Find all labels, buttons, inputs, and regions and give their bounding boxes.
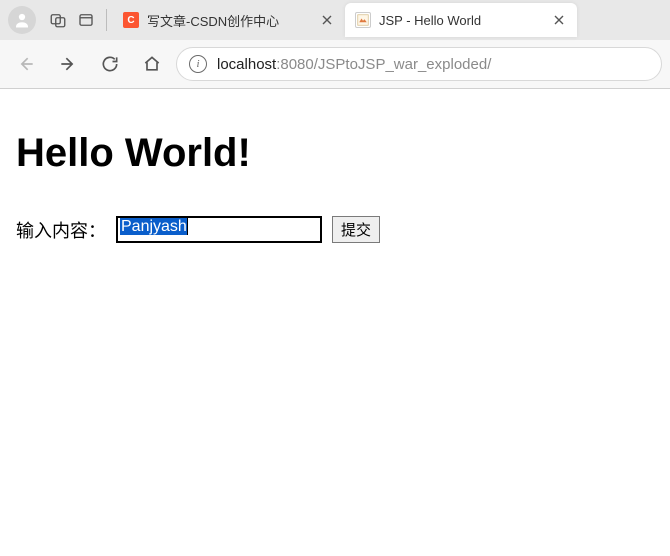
tab-actions-button[interactable] [72,0,100,40]
tab-close-button[interactable] [319,12,335,28]
text-caret [187,217,188,235]
jsp-favicon-icon [357,14,369,26]
close-icon [554,15,564,25]
divider [106,9,107,31]
profile-button[interactable] [8,6,36,34]
person-icon [13,11,31,29]
input-label: 输入内容： [16,217,106,243]
reload-button[interactable] [92,46,128,82]
tab-csdn[interactable]: C 写文章-CSDN创作中心 [113,3,345,37]
content-input[interactable]: Panjyash [116,216,322,243]
home-button[interactable] [134,46,170,82]
toolbar: i localhost:8080/JSPtoJSP_war_exploded/ [0,40,670,88]
workspaces-icon [49,11,67,29]
tab-actions-icon [77,11,95,29]
reload-icon [100,54,120,74]
url-text: localhost:8080/JSPtoJSP_war_exploded/ [217,56,491,73]
page-content: Hello World! 输入内容： Panjyash 提交 [0,89,670,265]
input-form: 输入内容： Panjyash 提交 [16,216,654,243]
home-icon [142,54,162,74]
url-host: localhost [217,56,276,73]
close-icon [322,15,332,25]
favicon-jsp [355,12,371,28]
tab-strip: C 写文章-CSDN创作中心 JSP - Hello World [0,0,670,40]
url-path: /JSPtoJSP_war_exploded/ [314,56,492,73]
forward-button[interactable] [50,46,86,82]
workspaces-button[interactable] [44,0,72,40]
address-bar[interactable]: i localhost:8080/JSPtoJSP_war_exploded/ [176,47,662,81]
browser-chrome: C 写文章-CSDN创作中心 JSP - Hello World [0,0,670,89]
tab-title: JSP - Hello World [379,13,543,28]
tab-jsp[interactable]: JSP - Hello World [345,3,577,37]
back-button[interactable] [8,46,44,82]
arrow-left-icon [16,54,36,74]
input-selected-text: Panjyash [120,218,188,235]
page-heading: Hello World! [16,131,654,176]
url-port: :8080 [276,56,314,73]
tab-title: 写文章-CSDN创作中心 [147,11,311,30]
arrow-right-icon [58,54,78,74]
favicon-csdn: C [123,12,139,28]
submit-button[interactable]: 提交 [332,216,380,243]
tab-close-button[interactable] [551,12,567,28]
site-info-icon[interactable]: i [189,55,207,73]
